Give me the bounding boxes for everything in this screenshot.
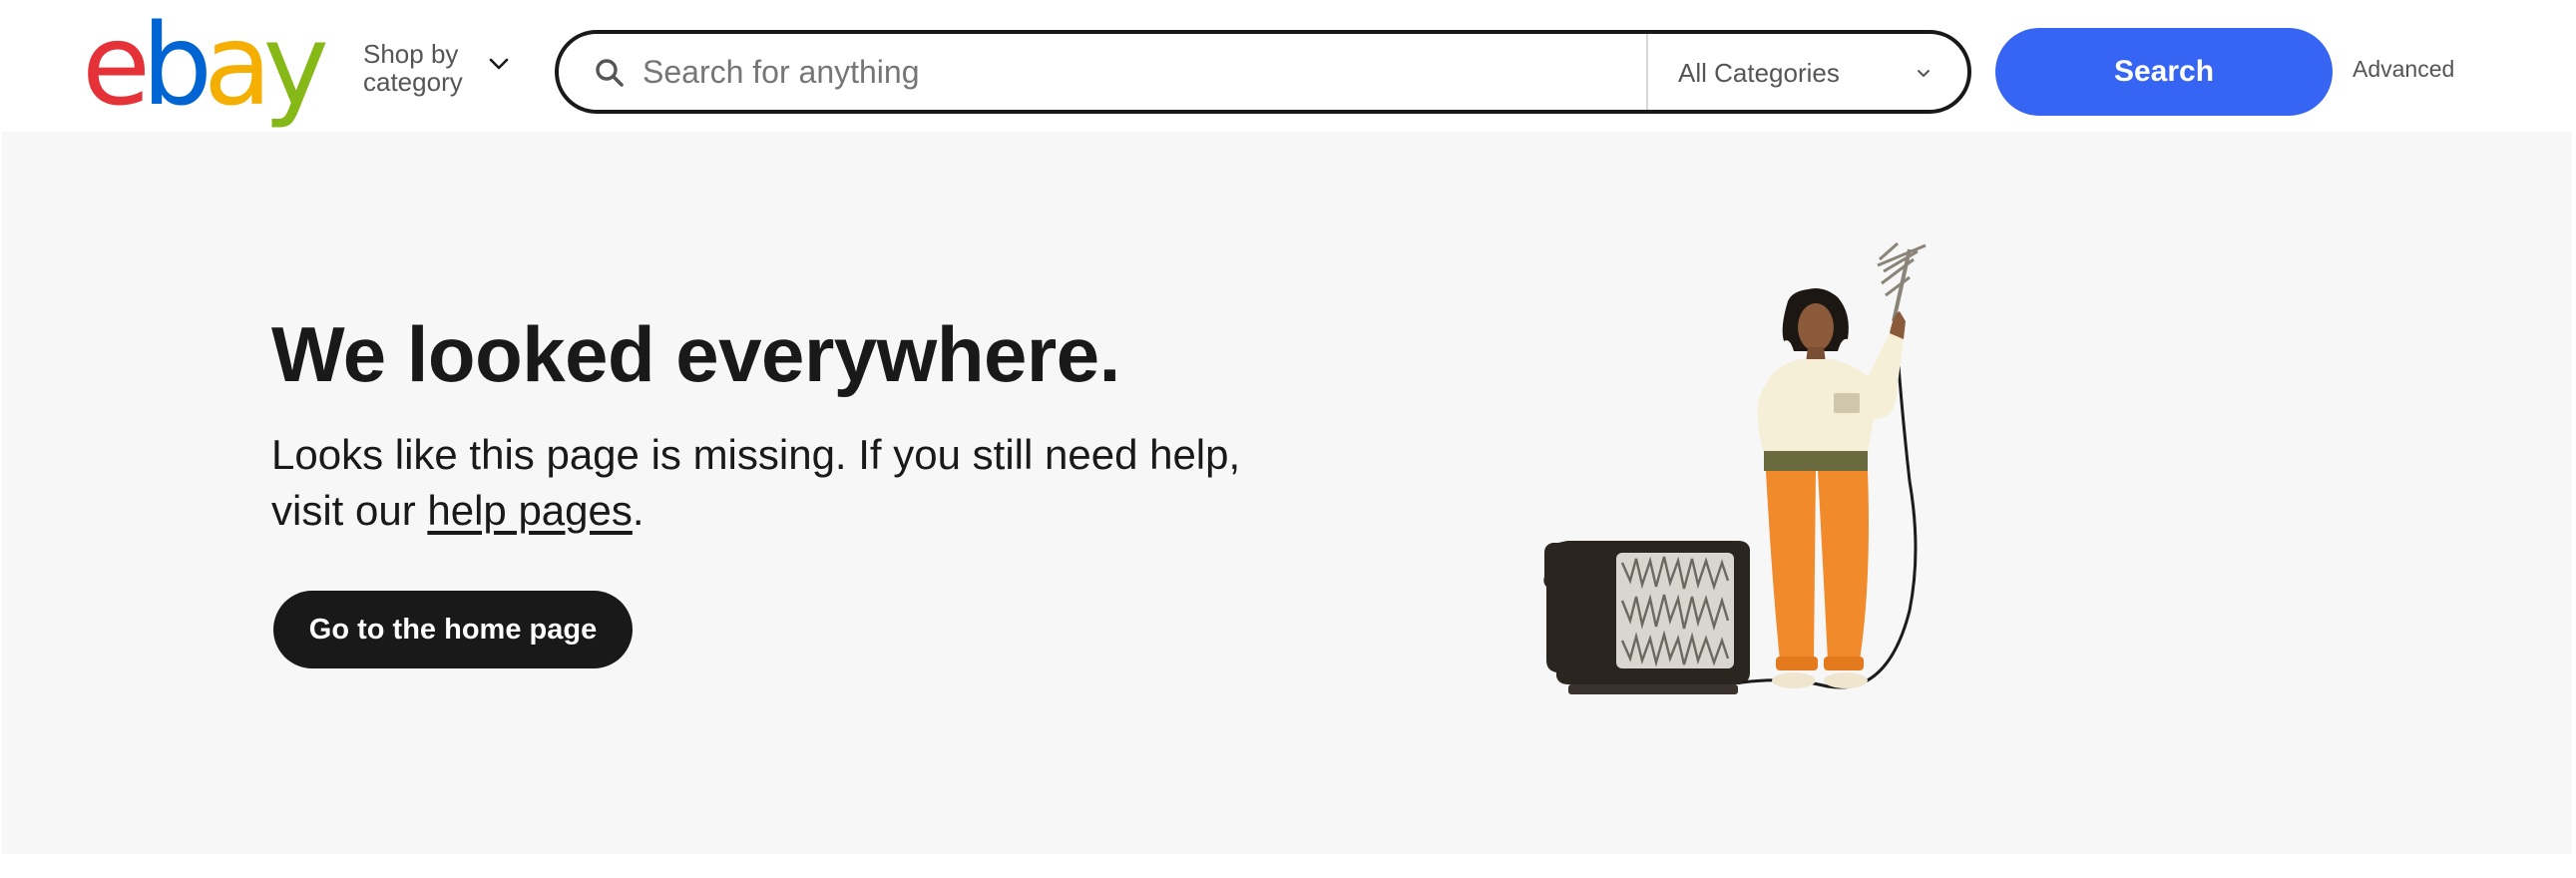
antenna-icon: [1877, 241, 1927, 322]
search-bar: All Categories: [555, 30, 1971, 114]
tv-icon: [1543, 541, 1750, 694]
shop-by-category-button[interactable]: Shop by category: [363, 40, 513, 100]
error-message: Looks like this page is missing. If you …: [271, 427, 1269, 539]
logo-letter-e: e: [82, 1, 151, 131]
page-title: We looked everywhere.: [271, 310, 1120, 398]
category-select[interactable]: All Categories: [1648, 34, 1963, 110]
error-message-end: .: [632, 487, 644, 534]
category-select-value: All Categories: [1678, 58, 1840, 88]
chevron-down-icon: [489, 58, 509, 70]
advanced-search-link[interactable]: Advanced: [2353, 56, 2454, 83]
logo-letter-a: a: [204, 1, 272, 131]
error-message-text: Looks like this page is missing. If you …: [271, 431, 1241, 534]
logo-letter-b: b: [141, 1, 213, 131]
go-home-button[interactable]: Go to the home page: [273, 591, 633, 668]
logo-letter-y: y: [262, 1, 329, 131]
shop-by-category-label: Shop by category: [363, 39, 463, 97]
help-pages-link[interactable]: help pages: [427, 487, 633, 534]
chevron-down-icon: [1918, 70, 1930, 77]
person-with-antenna-illustration: [1543, 241, 1927, 694]
ebay-logo[interactable]: ebay: [82, 1, 329, 131]
error-content-band: We looked everywhere. Looks like this pa…: [2, 132, 2572, 854]
person-figure: [1757, 288, 1906, 688]
search-input[interactable]: [643, 44, 1640, 100]
site-header: ebay Shop by category All Categories Sea…: [0, 0, 2576, 132]
search-icon: [596, 59, 624, 87]
search-button[interactable]: Search: [1995, 28, 2333, 116]
